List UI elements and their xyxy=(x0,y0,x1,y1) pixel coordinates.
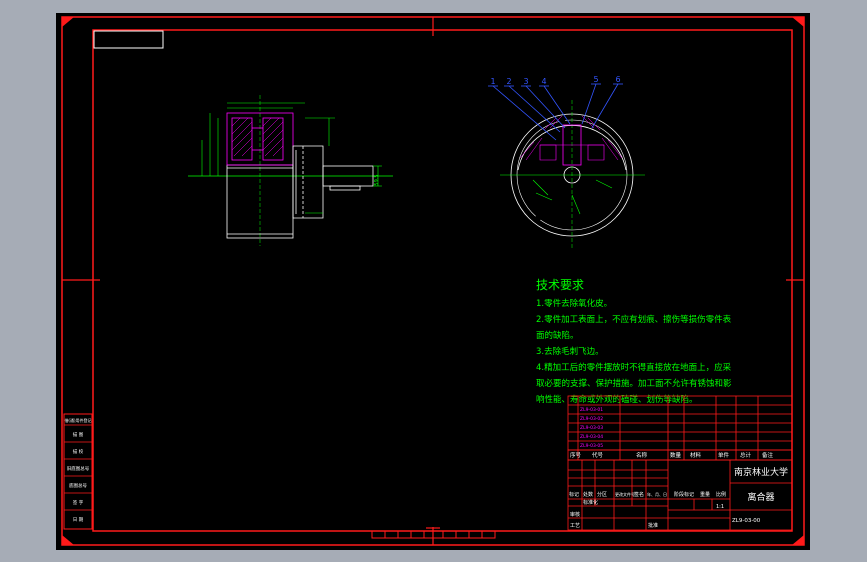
mark-label-0: 标记 xyxy=(569,491,579,498)
stage-label-1: 重量 xyxy=(700,491,710,498)
balloon-2[interactable]: 2 xyxy=(506,77,511,86)
university-name: 南京林业大学 xyxy=(734,466,788,478)
mark-label-1: 处数 xyxy=(583,491,593,498)
strip-label-0: 借(通)用件登记 xyxy=(64,417,91,423)
svg-text:ZL9-03-04: ZL9-03-04 xyxy=(580,434,603,440)
mark-label-4: 签名 xyxy=(634,491,644,498)
col-code: 代号 xyxy=(592,451,604,459)
tech-heading: 技术要求 xyxy=(536,278,584,292)
approval-label: 批准 xyxy=(648,522,658,529)
tech-line-6: 取必要的支撑、保护措施。加工面不允许有锈蚀和影 xyxy=(536,378,732,389)
stage-label-2: 比例 xyxy=(716,491,726,498)
process-label: 工艺 xyxy=(570,523,580,529)
balloon-1[interactable]: 1 xyxy=(490,77,495,86)
col-name: 名称 xyxy=(636,451,648,459)
strip-label-4: 底图总号 xyxy=(69,482,87,489)
col-seq: 序号 xyxy=(570,451,582,459)
svg-text:ZL9-03-02: ZL9-03-02 xyxy=(580,416,603,422)
svg-text:ZL9-03-01: ZL9-03-01 xyxy=(580,407,603,413)
strip-label-2: 描 校 xyxy=(73,448,84,455)
tech-line-3: 面的缺陷。 xyxy=(536,330,579,341)
col-total: 总计 xyxy=(740,451,752,459)
balloon-5[interactable]: 5 xyxy=(593,75,598,84)
svg-text:ZL9-03-03: ZL9-03-03 xyxy=(580,425,603,431)
balloon-4[interactable]: 4 xyxy=(541,77,546,86)
cad-drawing-viewport[interactable]: 借(通)用件登记 描 图 描 校 旧底图总号 底图总号 签 字 日 期 59.5… xyxy=(0,0,867,562)
stage-label-0: 阶段标记 xyxy=(674,491,694,498)
strip-label-6: 日 期 xyxy=(73,517,84,523)
strip-label-1: 描 图 xyxy=(73,431,84,438)
approve-label: 审核 xyxy=(570,511,580,518)
dimension-59-5: 59.5 xyxy=(374,174,380,185)
col-qty: 数量 xyxy=(670,451,682,459)
drawing-number: ZL9-03-00 xyxy=(732,518,761,524)
tech-line-1: 1.零件去除氧化皮。 xyxy=(536,298,612,309)
strip-label-3: 旧底图总号 xyxy=(67,465,90,472)
bom-header: 序号 代号 名称 数量 材料 单件 总计 备注 xyxy=(570,451,774,459)
paper-sheet xyxy=(56,13,810,550)
mark-label-3: 更改文件号 xyxy=(615,491,635,497)
mark-label-5: 年、月、日 xyxy=(647,491,667,497)
mark-label-2: 分区 xyxy=(597,491,607,498)
scale-value: 1:1 xyxy=(716,504,724,510)
balloon-3[interactable]: 3 xyxy=(523,77,528,86)
drawing-name: 离合器 xyxy=(747,491,774,503)
svg-text:ZL9-03-05: ZL9-03-05 xyxy=(580,443,603,449)
tech-line-2: 2.零件加工表面上，不应有划痕、擦伤等损伤零件表 xyxy=(536,314,732,325)
tech-line-4: 3.去除毛刺飞边。 xyxy=(536,346,604,357)
col-mat: 材料 xyxy=(690,451,702,459)
balloon-6[interactable]: 6 xyxy=(615,75,620,84)
standard-label: 标准化 xyxy=(583,499,598,506)
col-unit: 单件 xyxy=(718,451,730,459)
strip-label-5: 签 字 xyxy=(73,499,84,506)
col-note: 备注 xyxy=(762,451,774,459)
tech-line-5: 4.精加工后的零件摆放时不得直接放在地面上，应采 xyxy=(536,362,732,373)
